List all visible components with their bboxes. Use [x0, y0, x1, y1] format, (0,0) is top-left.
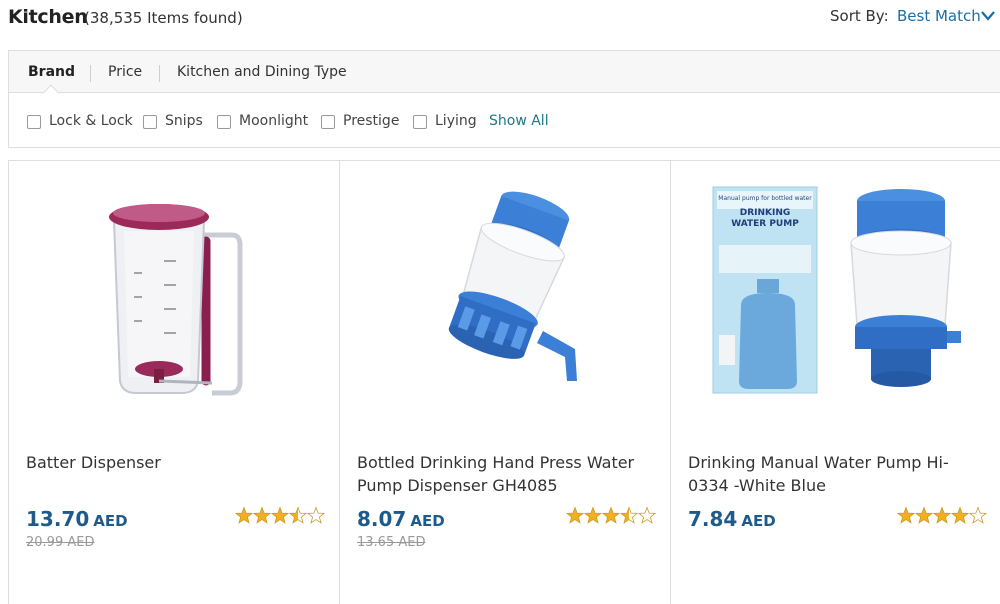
price-currency: AED	[410, 512, 445, 530]
product-price: 7.84 AED	[688, 507, 776, 531]
price-value: 8.07	[357, 507, 407, 531]
star-icon	[932, 506, 952, 524]
product-name[interactable]: Bottled Drinking Hand Press Water Pump D…	[357, 451, 647, 497]
tab-divider	[159, 65, 160, 82]
water-pump-image[interactable]	[415, 181, 595, 411]
old-price: 20.99 AED	[26, 535, 95, 550]
star-icon	[235, 506, 254, 524]
star-rating	[897, 506, 987, 524]
star-icon	[270, 506, 290, 524]
price-value: 13.70	[26, 507, 90, 531]
batter-dispenser-image[interactable]	[84, 181, 264, 411]
price-currency: AED	[93, 512, 128, 530]
star-icon	[897, 506, 916, 524]
product-card[interactable]: Bottled Drinking Hand Press Water Pump D…	[340, 161, 671, 604]
results-header: Kitchen (38,535 Items found) Sort By: Be…	[0, 0, 1000, 40]
show-all-link[interactable]: Show All	[489, 113, 549, 129]
brand-label: Prestige	[343, 113, 400, 129]
star-icon	[306, 506, 325, 524]
star-icon	[252, 506, 272, 524]
star-icon	[914, 506, 934, 524]
sort-dropdown[interactable]: Best Match	[897, 7, 981, 25]
filter-tabs: Brand Price Kitchen and Dining Type	[9, 51, 1000, 93]
brand-label: Lock & Lock	[49, 113, 133, 129]
box-caption: Manual pump for bottled water	[718, 195, 812, 202]
tab-divider	[90, 65, 91, 82]
price-currency: AED	[741, 512, 776, 530]
tab-price[interactable]: Price	[108, 64, 142, 80]
product-grid: Batter Dispenser 13.70 AED 20.99 AED Bot…	[8, 160, 1000, 604]
product-card[interactable]: Batter Dispenser 13.70 AED 20.99 AED	[9, 161, 340, 604]
star-icon	[583, 506, 603, 524]
tab-kitchen-dining-type[interactable]: Kitchen and Dining Type	[177, 64, 347, 80]
product-price: 8.07 AED	[357, 507, 445, 531]
brand-label: Snips	[165, 113, 203, 129]
star-icon	[950, 506, 970, 524]
filter-panel: Brand Price Kitchen and Dining Type Lock…	[8, 50, 1000, 148]
page-title: Kitchen	[8, 6, 88, 28]
star-icon	[619, 506, 639, 524]
star-icon	[601, 506, 621, 524]
star-icon	[637, 506, 656, 524]
box-title: DRINKING	[740, 208, 791, 218]
product-price: 13.70 AED	[26, 507, 128, 531]
product-name[interactable]: Batter Dispenser	[26, 451, 316, 474]
sort-label: Sort By:	[830, 7, 889, 25]
star-icon	[968, 506, 987, 524]
checkbox[interactable]	[321, 115, 335, 129]
box-title: WATER PUMP	[731, 219, 799, 229]
brand-label: Moonlight	[239, 113, 309, 129]
product-card[interactable]: Manual pump for bottled water DRINKING W…	[671, 161, 1000, 604]
results-count: (38,535 Items found)	[84, 9, 243, 27]
chevron-down-icon[interactable]	[980, 9, 996, 23]
product-name[interactable]: Drinking Manual Water Pump Hi-0334 -Whit…	[688, 451, 978, 497]
star-icon	[288, 506, 308, 524]
star-rating	[235, 506, 325, 524]
price-value: 7.84	[688, 507, 738, 531]
tab-brand[interactable]: Brand	[28, 64, 75, 80]
checkbox[interactable]	[217, 115, 231, 129]
star-rating	[566, 506, 656, 524]
old-price: 13.65 AED	[357, 535, 426, 550]
brand-label: Liying	[435, 113, 477, 129]
checkbox[interactable]	[27, 115, 41, 129]
checkbox[interactable]	[143, 115, 157, 129]
checkbox[interactable]	[413, 115, 427, 129]
star-icon	[566, 506, 585, 524]
water-pump-box-image[interactable]: Manual pump for bottled water DRINKING W…	[711, 185, 961, 405]
